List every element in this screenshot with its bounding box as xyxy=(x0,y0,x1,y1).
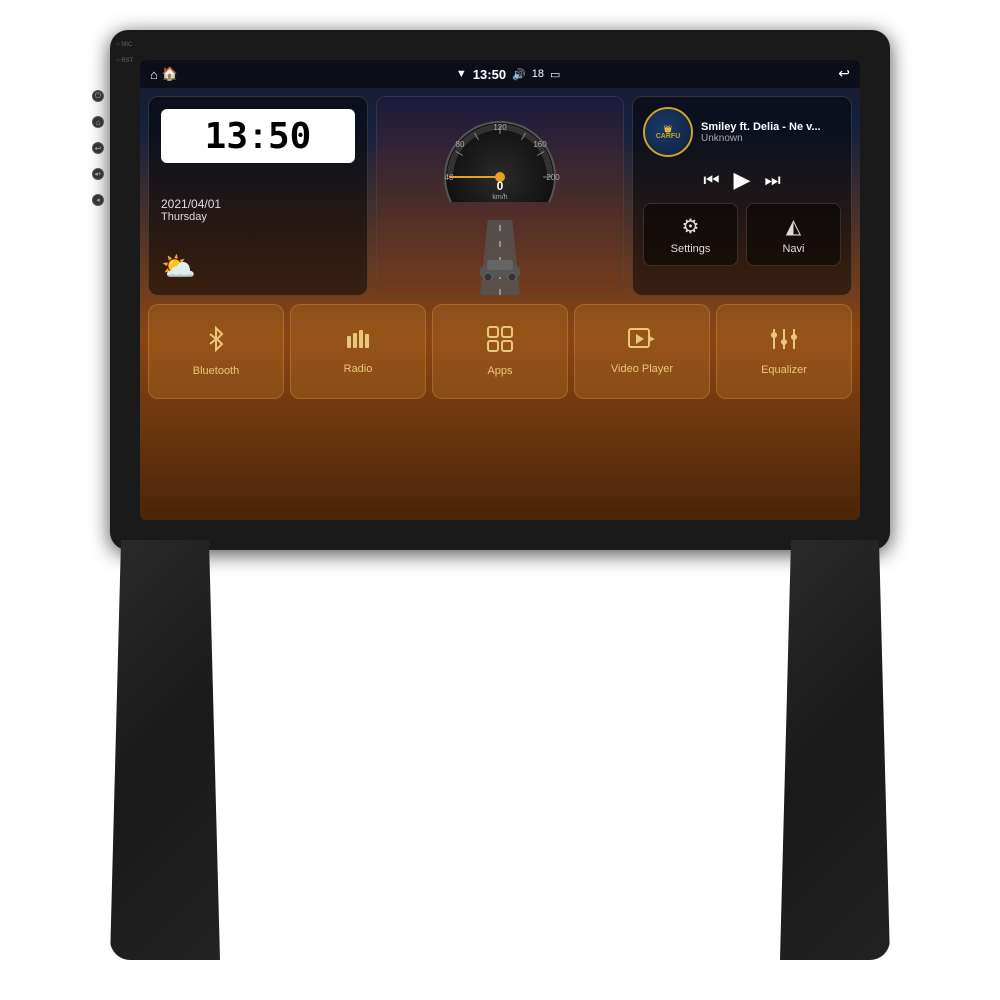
right-leg xyxy=(780,540,890,960)
car-silhouette xyxy=(475,255,525,285)
clock-colon: : xyxy=(252,115,264,157)
status-left-icons: ⌂ 🏠 xyxy=(150,66,178,82)
status-bar: ⌂ 🏠 ▼ 13:50 🔊 18 ▭ ↩ xyxy=(140,60,860,88)
apps-icon xyxy=(487,326,513,359)
settings-navi-row: ⚙ Settings ◭ Navi xyxy=(643,203,841,266)
radio-app[interactable]: Radio xyxy=(290,304,426,399)
clock-hours: 13 xyxy=(205,116,248,157)
bluetooth-app[interactable]: Bluetooth xyxy=(148,304,284,399)
back-icon[interactable]: ↩ xyxy=(838,65,850,81)
navi-button[interactable]: ◭ Navi xyxy=(746,203,841,266)
app-row: Bluetooth Radio xyxy=(148,304,852,399)
bottom-mount xyxy=(90,540,910,960)
svg-text:0: 0 xyxy=(497,179,504,193)
rst-label: ○ RST xyxy=(116,58,133,64)
equalizer-label: Equalizer xyxy=(761,364,807,376)
music-widget: 👑 CARFU Smiley ft. Delia - Ne v... Unkno… xyxy=(632,96,852,296)
svg-text:km/h: km/h xyxy=(492,194,507,201)
volume-icon: 🔊 xyxy=(512,68,526,81)
clock-day: Thursday xyxy=(161,211,355,223)
svg-text:80: 80 xyxy=(456,140,465,149)
bluetooth-icon xyxy=(203,326,229,359)
mic-label: ○ MIC xyxy=(116,42,133,48)
prev-button[interactable]: ⏮ xyxy=(703,170,719,191)
weather-icon: ⛅ xyxy=(161,250,355,283)
settings-button[interactable]: ⚙ Settings xyxy=(643,203,738,266)
navi-icon: ◭ xyxy=(786,214,801,239)
apps-label: Apps xyxy=(487,365,512,377)
clock-display: 13 : 50 xyxy=(161,109,355,163)
clock-minutes: 50 xyxy=(268,116,311,157)
navi-label: Navi xyxy=(782,243,804,255)
side-buttons: ⏻ ⌂ ↩ ◂+ ◂ xyxy=(92,90,104,206)
video-icon xyxy=(628,328,656,357)
radio-label: Radio xyxy=(344,363,373,375)
screen: ⌂ 🏠 ▼ 13:50 🔊 18 ▭ ↩ xyxy=(140,60,860,520)
status-time: 13:50 xyxy=(473,67,506,82)
speedo-container: 40 80 120 160 200 0 xyxy=(377,97,623,295)
home-icon[interactable]: ⌂ xyxy=(150,67,158,82)
battery-icon: ▭ xyxy=(550,68,560,81)
power-button[interactable]: ⏻ xyxy=(92,90,104,102)
radio-icon xyxy=(345,328,371,357)
speedo-svg: 40 80 120 160 200 0 xyxy=(435,112,565,202)
play-button[interactable]: ▶ xyxy=(734,167,751,193)
svg-text:160: 160 xyxy=(533,140,547,149)
bluetooth-label: Bluetooth xyxy=(193,365,239,377)
music-artist: Unknown xyxy=(701,133,841,144)
main-bezel: ○ MIC ○ RST ⏻ ⌂ ↩ ◂+ ◂ xyxy=(110,30,890,550)
clock-widget: 13 : 50 2021/04/01 Thursday ⛅ xyxy=(148,96,368,296)
wifi-icon: ▼ xyxy=(456,68,467,80)
music-info: Smiley ft. Delia - Ne v... Unknown xyxy=(701,121,841,144)
next-button[interactable]: ⏭ xyxy=(764,170,780,191)
main-content: 13 : 50 2021/04/01 Thursday ⛅ xyxy=(140,88,860,520)
back-button-side[interactable]: ↩ xyxy=(92,142,104,154)
volume-level: 18 xyxy=(532,68,544,80)
clock-date: 2021/04/01 xyxy=(161,197,355,211)
equalizer-icon xyxy=(770,327,798,358)
settings-label: Settings xyxy=(671,243,711,255)
settings-icon: ⚙ xyxy=(682,214,700,239)
speedometer-widget: 40 80 120 160 200 0 xyxy=(376,96,624,296)
album-art: 👑 CARFU xyxy=(643,107,693,157)
vol-up-button[interactable]: ◂+ xyxy=(92,168,104,180)
video-player-app[interactable]: Video Player xyxy=(574,304,710,399)
music-title: Smiley ft. Delia - Ne v... xyxy=(701,121,841,133)
music-top: 👑 CARFU Smiley ft. Delia - Ne v... Unkno… xyxy=(643,107,841,157)
top-row: 13 : 50 2021/04/01 Thursday ⛅ xyxy=(148,96,852,296)
equalizer-app[interactable]: Equalizer xyxy=(716,304,852,399)
svg-text:200: 200 xyxy=(546,173,560,182)
car-unit: ○ MIC ○ RST ⏻ ⌂ ↩ ◂+ ◂ xyxy=(90,0,910,1000)
vol-down-button[interactable]: ◂ xyxy=(92,194,104,206)
svg-text:120: 120 xyxy=(493,123,507,132)
status-center: ▼ 13:50 🔊 18 ▭ xyxy=(456,67,561,82)
video-player-label: Video Player xyxy=(611,363,673,375)
location-icon[interactable]: 🏠 xyxy=(162,66,178,82)
left-leg xyxy=(110,540,220,960)
apps-app[interactable]: Apps xyxy=(432,304,568,399)
status-right: ↩ xyxy=(838,65,850,83)
music-controls: ⏮ ▶ ⏭ xyxy=(643,163,841,197)
home-button[interactable]: ⌂ xyxy=(92,116,104,128)
